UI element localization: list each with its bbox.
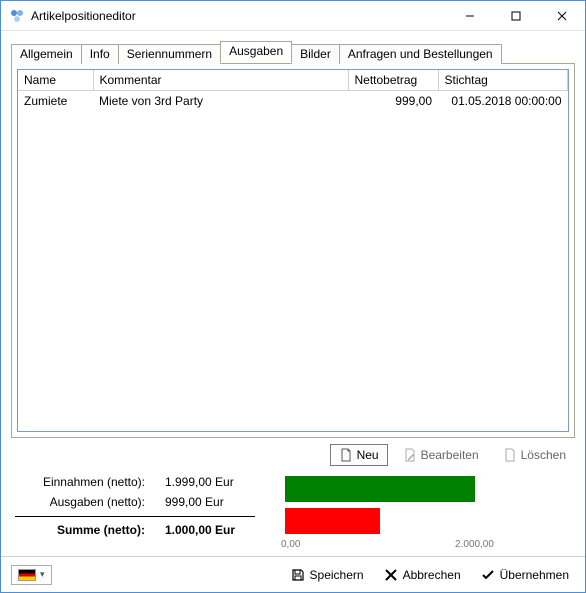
new-page-icon (339, 448, 353, 462)
edit-button[interactable]: Bearbeiten (394, 444, 488, 466)
summe-value: 1.000,00 Eur (155, 523, 255, 537)
content-area: Allgemein Info Seriennummern Ausgaben Bi… (1, 31, 585, 556)
totals-panel: Einnahmen (netto): 1.999,00 Eur Ausgaben… (15, 472, 255, 550)
save-button-label: Speichern (310, 568, 364, 582)
tab-strip: Allgemein Info Seriennummern Ausgaben Bi… (11, 41, 575, 63)
window-frame: Artikelpositioneditor Allgemein Info Ser… (0, 0, 586, 593)
einnahmen-label: Einnahmen (netto): (15, 475, 145, 489)
delete-button-label: Löschen (521, 448, 566, 462)
new-button-label: Neu (357, 448, 379, 462)
chart-bar-einnahmen (285, 476, 475, 502)
cancel-icon (384, 568, 398, 582)
col-header-stichtag[interactable]: Stichtag (438, 70, 568, 91)
tab-panel-ausgaben: Name Kommentar Nettobetrag Stichtag Zumi… (11, 63, 575, 438)
apply-button[interactable]: Übernehmen (475, 565, 575, 585)
save-icon (291, 568, 305, 582)
tab-seriennummern[interactable]: Seriennummern (118, 44, 221, 64)
chart-bar-ausgaben (285, 508, 380, 534)
income-expense-chart: 0,00 2.000,00 (275, 472, 571, 550)
row-actions: Neu Bearbeiten Löschen (11, 438, 575, 472)
chevron-down-icon: ▾ (40, 569, 45, 580)
cell-name: Zumiete (18, 91, 93, 112)
cell-stichtag: 01.05.2018 00:00:00 (438, 91, 568, 112)
apply-button-label: Übernehmen (500, 568, 569, 582)
window-controls (447, 1, 585, 30)
col-header-name[interactable]: Name (18, 70, 93, 91)
delete-page-icon (503, 448, 517, 462)
tab-anfragen[interactable]: Anfragen und Bestellungen (339, 44, 502, 64)
tab-bilder[interactable]: Bilder (291, 44, 340, 64)
delete-button[interactable]: Löschen (494, 444, 575, 466)
chart-xtick-1: 2.000,00 (455, 539, 494, 550)
tab-info[interactable]: Info (81, 44, 119, 64)
check-icon (481, 568, 495, 582)
footer-bar: ▾ Speichern Abbrechen Übernehmen (1, 556, 585, 592)
app-icon (9, 8, 25, 24)
close-button[interactable] (539, 1, 585, 30)
new-button[interactable]: Neu (330, 444, 388, 466)
col-header-nettobetrag[interactable]: Nettobetrag (348, 70, 438, 91)
language-selector[interactable]: ▾ (11, 565, 52, 585)
cell-nettobetrag: 999,00 (348, 91, 438, 112)
titlebar[interactable]: Artikelpositioneditor (1, 1, 585, 31)
cancel-button-label: Abbrechen (403, 568, 461, 582)
save-button[interactable]: Speichern (285, 565, 370, 585)
chart-xtick-0: 0,00 (281, 539, 300, 550)
edit-page-icon (403, 448, 417, 462)
tab-allgemein[interactable]: Allgemein (11, 44, 82, 64)
cell-kommentar: Miete von 3rd Party (93, 91, 348, 112)
expenses-grid[interactable]: Name Kommentar Nettobetrag Stichtag Zumi… (17, 69, 569, 432)
maximize-button[interactable] (493, 1, 539, 30)
summe-label: Summe (netto): (15, 523, 145, 537)
col-header-kommentar[interactable]: Kommentar (93, 70, 348, 91)
minimize-button[interactable] (447, 1, 493, 30)
tab-ausgaben[interactable]: Ausgaben (220, 41, 292, 63)
einnahmen-value: 1.999,00 Eur (155, 475, 255, 489)
edit-button-label: Bearbeiten (421, 448, 479, 462)
window-title: Artikelpositioneditor (31, 9, 447, 23)
summary-row: Einnahmen (netto): 1.999,00 Eur Ausgaben… (11, 472, 575, 556)
ausgaben-label: Ausgaben (netto): (15, 495, 145, 509)
flag-de-icon (18, 569, 36, 581)
ausgaben-value: 999,00 Eur (155, 495, 255, 509)
table-row[interactable]: Zumiete Miete von 3rd Party 999,00 01.05… (18, 91, 568, 112)
cancel-button[interactable]: Abbrechen (378, 565, 467, 585)
